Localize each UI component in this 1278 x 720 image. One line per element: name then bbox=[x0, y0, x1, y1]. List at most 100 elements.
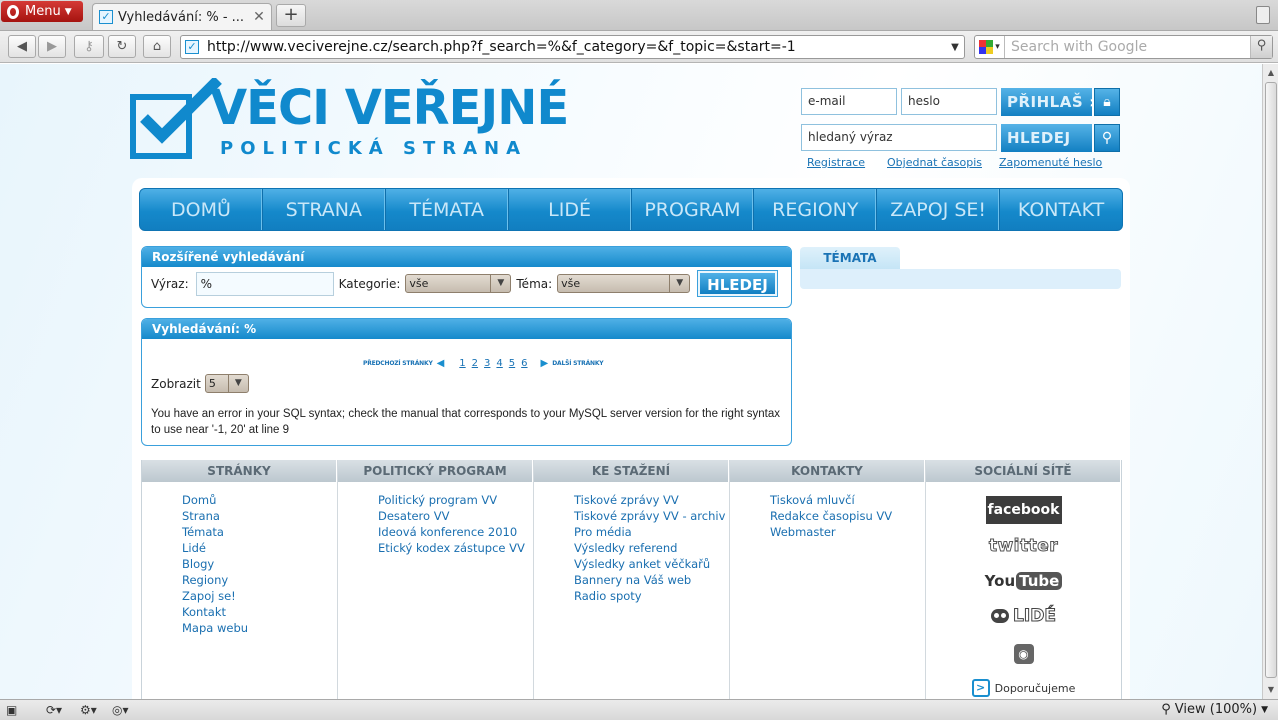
temata-tab[interactable]: TÉMATA bbox=[800, 247, 900, 269]
panel-toggle-icon[interactable]: ▣ bbox=[6, 702, 17, 718]
close-tab-icon[interactable]: ✕ bbox=[251, 9, 267, 25]
reload-button[interactable]: ↻ bbox=[108, 35, 136, 58]
footer-link[interactable]: Pro média bbox=[574, 524, 725, 540]
password-field[interactable]: heslo bbox=[901, 88, 997, 115]
login-button-label: PŘIHLAŠ bbox=[1007, 93, 1084, 111]
speed-dial-icon[interactable]: ◎▾ bbox=[112, 702, 129, 718]
nav-item-temata[interactable]: TÉMATA bbox=[386, 189, 509, 230]
main-navigation: DOMŮ STRANA TÉMATA LIDÉ PROGRAM REGIONY … bbox=[139, 188, 1123, 231]
search-placeholder: Search with Google bbox=[1011, 39, 1148, 55]
footer-link[interactable]: Desatero VV bbox=[378, 508, 525, 524]
prev-arrow-icon[interactable]: ◀ bbox=[437, 358, 445, 369]
opera-menu-button[interactable]: Menu ▼ bbox=[1, 1, 83, 22]
footer-link[interactable]: Tiskové zprávy VV bbox=[574, 492, 725, 508]
footer-link[interactable]: Zapoj se! bbox=[182, 588, 248, 604]
nav-item-domu[interactable]: DOMŮ bbox=[140, 189, 263, 230]
advanced-search-form: Výraz: % Kategorie: vše ▼ Téma: vše ▼ HL… bbox=[151, 271, 777, 296]
browser-search-field[interactable]: ▾ Search with Google ⚲ bbox=[974, 35, 1273, 59]
lide-icon[interactable]: LIDÉ bbox=[991, 606, 1056, 627]
page-link-6[interactable]: 6 bbox=[521, 358, 527, 369]
footer-link[interactable]: Redakce časopisu VV bbox=[770, 508, 892, 524]
footer-link[interactable]: Webmaster bbox=[770, 524, 892, 540]
footer-link[interactable]: Témata bbox=[182, 524, 248, 540]
vertical-scrollbar[interactable]: ▲ ▼ bbox=[1262, 64, 1278, 699]
tema-select[interactable]: vše ▼ bbox=[557, 274, 691, 293]
footer-link[interactable]: Lidé bbox=[182, 540, 248, 556]
footer-link[interactable]: Ideová konference 2010 bbox=[378, 524, 525, 540]
back-button[interactable]: ◀ bbox=[8, 35, 36, 58]
prev-pages-link[interactable]: PŘEDCHOZÍ STRÁNKY bbox=[363, 360, 433, 367]
page-link-2[interactable]: 2 bbox=[472, 358, 478, 369]
footer-link[interactable]: Politický program VV bbox=[378, 492, 525, 508]
zoom-label: View (100%) bbox=[1174, 702, 1258, 717]
nav-item-kontakt[interactable]: KONTAKT bbox=[1000, 189, 1122, 230]
page-link-5[interactable]: 5 bbox=[509, 358, 515, 369]
key-icon[interactable]: ⚷ bbox=[74, 35, 104, 58]
footer-link[interactable]: Výsledky referend bbox=[574, 540, 725, 556]
browser-tab[interactable]: ✓ Vyhledávání: % - ... ✕ bbox=[92, 3, 272, 30]
footer-link[interactable]: Radio spoty bbox=[574, 588, 725, 604]
scroll-down-icon[interactable]: ▼ bbox=[1264, 683, 1278, 697]
doporucujeme-icon: > bbox=[971, 679, 990, 697]
url-dropdown-icon[interactable]: ▼ bbox=[946, 42, 964, 53]
lock-icon[interactable]: 🔒︎ bbox=[1094, 88, 1120, 116]
home-button[interactable]: ⌂ bbox=[143, 35, 171, 58]
trash-icon[interactable] bbox=[1256, 6, 1270, 24]
page-link-4[interactable]: 4 bbox=[496, 358, 502, 369]
zapomenute-heslo-link[interactable]: Zapomenuté heslo bbox=[999, 156, 1102, 169]
footer-link[interactable]: Domů bbox=[182, 492, 248, 508]
doporucujeme-link[interactable]: > Doporučujeme bbox=[971, 679, 1075, 697]
search-icon[interactable]: ⚲ bbox=[1250, 36, 1272, 58]
nav-item-lide[interactable]: LIDÉ bbox=[509, 189, 632, 230]
registrace-link[interactable]: Registrace bbox=[807, 156, 865, 169]
zobrazit-select[interactable]: 5 ▼ bbox=[204, 374, 249, 393]
site-favicon-icon: ✓ bbox=[99, 10, 113, 24]
advanced-search-button[interactable]: HLEDEJ bbox=[698, 271, 777, 296]
sql-error-message: You have an error in your SQL syntax; ch… bbox=[151, 408, 780, 436]
footer-link[interactable]: Blogy bbox=[182, 556, 248, 572]
email-field[interactable]: e-mail bbox=[801, 88, 897, 115]
nav-item-regiony[interactable]: REGIONY bbox=[754, 189, 878, 230]
footer-link[interactable]: Mapa webu bbox=[182, 620, 248, 636]
new-tab-button[interactable]: + bbox=[276, 4, 306, 27]
vyraz-label: Výraz: bbox=[151, 276, 189, 291]
footer-link[interactable]: Regiony bbox=[182, 572, 248, 588]
sync-icon[interactable]: ⟳▾ bbox=[46, 702, 62, 718]
search-icon[interactable]: ⚲ bbox=[1094, 124, 1120, 152]
footer-link[interactable]: Etický kodex zástupce VV bbox=[378, 540, 525, 556]
url-field[interactable]: ✓ http://www.veciverejne.cz/search.php?f… bbox=[180, 35, 965, 59]
pagination: PŘEDCHOZÍ STRÁNKY ◀ 1 2 3 4 5 6 ▶ DALŠÍ … bbox=[363, 358, 604, 369]
login-button[interactable]: PŘIHLAŠ » bbox=[1001, 88, 1101, 116]
tema-label: Téma: bbox=[516, 276, 553, 291]
footer-link[interactable]: Tisková mluvčí bbox=[770, 492, 892, 508]
footer-link[interactable]: Výsledky anket věčkařů bbox=[574, 556, 725, 572]
site-search-button[interactable]: HLEDEJ bbox=[1001, 124, 1092, 152]
kategorie-select[interactable]: vše ▼ bbox=[405, 274, 512, 293]
forward-button[interactable]: ▶ bbox=[38, 35, 66, 58]
turbo-icon[interactable]: ⚙▾ bbox=[80, 702, 97, 718]
footer-link[interactable]: Bannery na Váš web bbox=[574, 572, 725, 588]
scrollbar-thumb[interactable] bbox=[1265, 82, 1277, 678]
footer-link[interactable]: Kontakt bbox=[182, 604, 248, 620]
site-search-input[interactable]: hledaný výraz bbox=[801, 124, 997, 151]
nav-item-zapoj-se[interactable]: ZAPOJ SE! bbox=[877, 189, 1001, 230]
facebook-icon[interactable]: facebook bbox=[985, 496, 1062, 524]
nav-item-program[interactable]: PROGRAM bbox=[632, 189, 755, 230]
youtube-icon[interactable]: You Tube bbox=[985, 572, 1063, 590]
zoom-control[interactable]: ⚲ View (100%) ▼ bbox=[1161, 702, 1268, 717]
footer-link[interactable]: Strana bbox=[182, 508, 248, 524]
footer-link[interactable]: Tiskové zprávy VV - archiv bbox=[574, 508, 725, 524]
next-pages-link[interactable]: DALŠÍ STRÁNKY bbox=[552, 360, 603, 367]
twitter-icon[interactable]: twitter bbox=[988, 536, 1058, 557]
page-link-3[interactable]: 3 bbox=[484, 358, 490, 369]
opera-logo-icon bbox=[7, 4, 19, 19]
scroll-up-icon[interactable]: ▲ bbox=[1264, 66, 1278, 80]
next-arrow-icon[interactable]: ▶ bbox=[541, 358, 549, 369]
browser-tab-bar: Menu ▼ ✓ Vyhledávání: % - ... ✕ + bbox=[0, 0, 1278, 31]
objednat-casopis-link[interactable]: Objednat časopis bbox=[887, 156, 982, 169]
nav-item-strana[interactable]: STRANA bbox=[263, 189, 386, 230]
rss-icon[interactable]: ◉ bbox=[1013, 644, 1034, 664]
page-link-1[interactable]: 1 bbox=[459, 358, 465, 369]
google-search-engine-icon[interactable]: ▾ bbox=[975, 36, 1005, 58]
vyraz-input[interactable]: % bbox=[195, 271, 334, 296]
